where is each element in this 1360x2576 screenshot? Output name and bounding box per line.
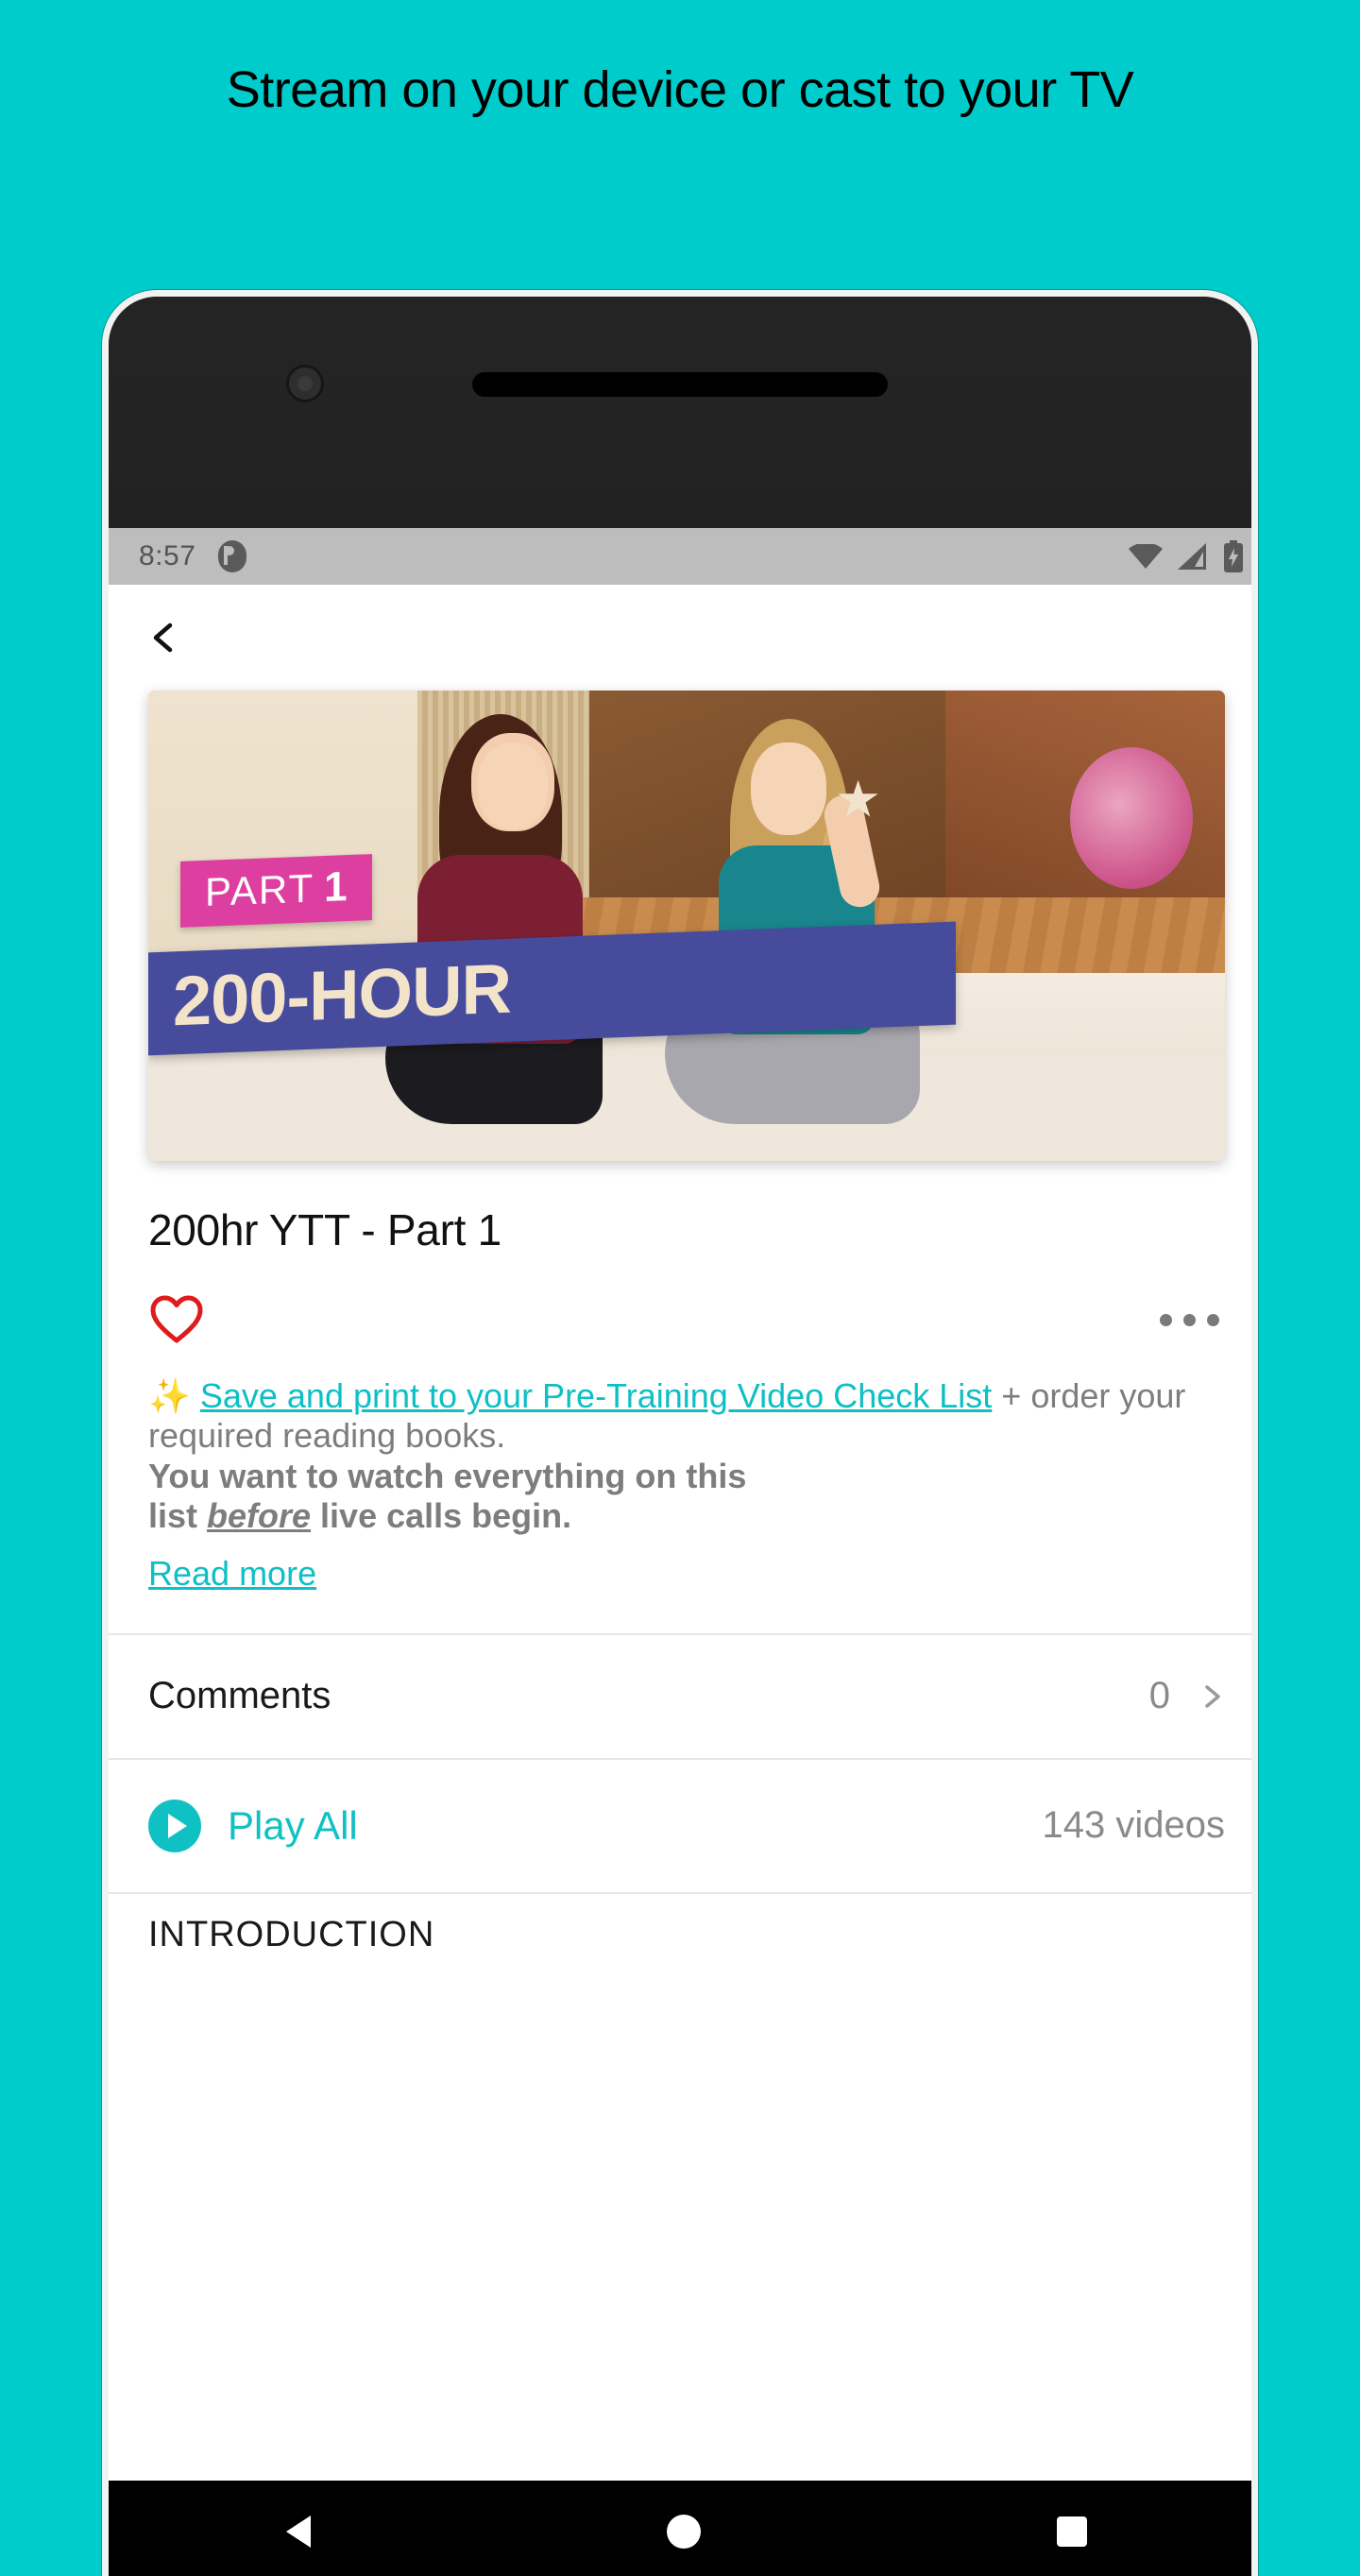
back-chevron-icon[interactable] xyxy=(148,622,180,654)
description-bold-line-2-pre: list xyxy=(148,1496,208,1536)
status-bar: 8:57 xyxy=(109,528,1251,585)
cell-signal-icon xyxy=(1178,543,1206,570)
part-label: PART xyxy=(205,865,315,914)
nav-back-icon[interactable] xyxy=(286,2516,312,2548)
play-all-row[interactable]: Play All 143 videos xyxy=(109,1760,1251,1892)
video-title: 200hr YTT - Part 1 xyxy=(148,1205,502,1254)
video-thumbnail-wrap[interactable]: PART 1 200-HOUR xyxy=(109,691,1251,1161)
heart-outline-icon[interactable] xyxy=(150,1295,203,1344)
nav-recents-icon[interactable] xyxy=(1056,2516,1087,2547)
play-all-label: Play All xyxy=(228,1802,358,1848)
video-thumbnail[interactable]: PART 1 200-HOUR xyxy=(148,691,1225,1161)
app-bar xyxy=(109,585,1251,691)
phone-camera xyxy=(286,365,324,402)
volume-button[interactable] xyxy=(1251,665,1258,788)
thumbnail-scene xyxy=(148,691,1225,1161)
android-nav-bar xyxy=(109,2481,1251,2576)
part-number: 1 xyxy=(324,862,348,911)
flower-decor xyxy=(1069,746,1193,889)
phone-speaker xyxy=(472,372,888,397)
description-emphasis: before xyxy=(207,1496,312,1536)
comments-count: 0 xyxy=(1148,1675,1170,1717)
video-description: ✨ Save and print to your Pre-Training Vi… xyxy=(109,1344,1251,1537)
nav-home-icon[interactable] xyxy=(666,2515,701,2549)
read-more-link[interactable]: Read more xyxy=(109,1537,356,1594)
thumbnail-title-text: 200-HOUR xyxy=(173,949,511,1041)
description-bold-line-2-post: live calls begin. xyxy=(311,1496,572,1536)
sparkles-icon: ✨ xyxy=(148,1376,191,1415)
status-time: 8:57 xyxy=(139,540,196,571)
status-icons xyxy=(1129,540,1244,572)
play-circle-icon[interactable] xyxy=(148,1799,201,1852)
more-options-icon[interactable] xyxy=(1160,1313,1219,1326)
phone-mockup: 8:57 PART 1 200-HOUR 200hr YTT - Part 1 … xyxy=(102,290,1258,2576)
comments-row[interactable]: Comments 0 xyxy=(109,1635,1251,1758)
thumbnail-part-badge: PART 1 xyxy=(180,853,372,928)
power-button[interactable] xyxy=(1251,826,1258,1043)
battery-charging-icon xyxy=(1224,540,1243,572)
video-count: 143 videos xyxy=(1042,1804,1225,1847)
description-bold-line-1: You want to watch everything on this xyxy=(148,1456,747,1495)
page-title: Stream on your device or cast to your TV xyxy=(226,61,1134,118)
video-actions xyxy=(109,1255,1251,1344)
section-title-introduction: INTRODUCTION xyxy=(148,1914,435,1954)
checklist-link[interactable]: Save and print to your Pre-Training Vide… xyxy=(200,1376,992,1415)
app-notification-icon xyxy=(218,540,247,572)
chevron-right-icon[interactable] xyxy=(1198,1683,1225,1710)
comments-label: Comments xyxy=(148,1675,332,1717)
wifi-icon xyxy=(1129,544,1163,569)
phone-screen: 8:57 PART 1 200-HOUR 200hr YTT - Part 1 … xyxy=(109,528,1251,2576)
